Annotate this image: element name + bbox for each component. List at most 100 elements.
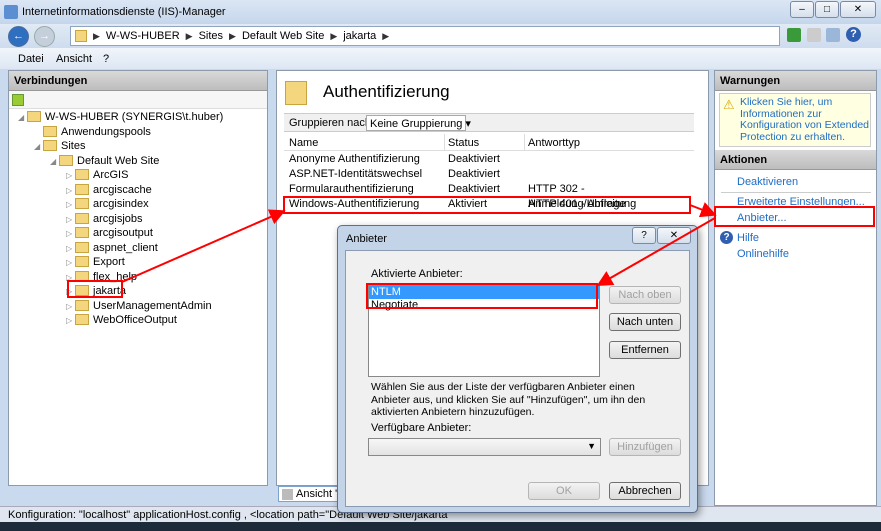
enabled-providers-list[interactable]: NTLM Negotiate <box>368 285 600 377</box>
tree-item[interactable]: ▷ UserManagementAdmin <box>66 299 212 313</box>
tree-item-label: arcgiscache <box>93 183 152 196</box>
help-icon[interactable]: ? <box>846 27 861 42</box>
iis-app-icon <box>4 5 18 19</box>
expander-icon[interactable]: ◢ <box>18 111 27 125</box>
forward-button[interactable]: → <box>34 26 55 47</box>
providers-dialog: Anbieter ? ✕ Aktivierte Anbieter: NTLM N… <box>337 225 698 513</box>
breadcrumb-separator-icon[interactable]: ▶ <box>229 31 236 42</box>
table-row[interactable]: Anonyme Authentifizierung Deaktiviert <box>284 152 694 167</box>
dialog-help-button[interactable]: ? <box>632 227 656 244</box>
group-bar: Gruppieren nach: Keine Gruppierung ▾ <box>284 113 694 132</box>
tree-item[interactable]: ▷ WebOfficeOutput <box>66 313 177 327</box>
tree-item-label: Anwendungspools <box>61 125 151 138</box>
expander-icon[interactable]: ◢ <box>34 140 43 154</box>
dialog-close-button[interactable]: ✕ <box>657 227 691 244</box>
folder-icon <box>27 111 41 122</box>
provider-ntlm[interactable]: NTLM <box>369 286 599 299</box>
authentication-icon <box>285 81 307 105</box>
breadcrumb-separator-icon[interactable]: ▶ <box>382 31 389 42</box>
available-providers-label: Verfügbare Anbieter: <box>371 422 472 434</box>
column-name[interactable]: Name <box>289 137 318 149</box>
tree-item[interactable]: ◢ W-WS-HUBER (SYNERGIS\t.huber) <box>18 110 223 124</box>
action-disable[interactable]: Deaktivieren <box>737 176 798 188</box>
expander-icon[interactable]: ▷ <box>66 198 75 212</box>
breadcrumb-server[interactable]: W-WS-HUBER <box>106 30 180 42</box>
cell: ASP.NET-Identitätswechsel <box>289 168 423 180</box>
home-icon[interactable] <box>826 28 840 42</box>
expander-icon[interactable]: ▷ <box>66 227 75 241</box>
expander-icon[interactable]: ▷ <box>66 242 75 256</box>
cell: Formularauthentifizierung <box>289 183 414 195</box>
column-response[interactable]: Antworttyp <box>528 137 580 149</box>
stop-icon[interactable] <box>807 28 821 42</box>
tree-item[interactable]: ▷ flex_help <box>66 270 137 284</box>
connect-icon[interactable] <box>12 94 24 106</box>
table-row[interactable]: Formularauthentifizierung Deaktiviert HTTP… <box>284 182 694 210</box>
address-toolbar: ← → ▶ W-WS-HUBER ▶ Sites ▶ Default Web S… <box>0 24 881 48</box>
tree-item-label: ArcGIS <box>93 169 129 181</box>
expander-icon[interactable]: ▷ <box>66 169 75 183</box>
tree-item[interactable]: ▷ jakarta <box>66 284 126 298</box>
move-up-button[interactable]: Nach oben <box>609 286 681 304</box>
cell: Aktiviert <box>448 198 488 210</box>
ok-button[interactable]: OK <box>528 482 600 500</box>
column-status[interactable]: Status <box>448 137 479 149</box>
tree-item[interactable]: ▷ aspnet_client <box>66 241 158 255</box>
add-button[interactable]: Hinzufügen <box>609 438 681 456</box>
expander-icon[interactable]: ▷ <box>66 285 75 299</box>
action-online-help[interactable]: Onlinehilfe <box>737 248 789 260</box>
expander-icon[interactable]: ▷ <box>66 184 75 198</box>
provider-negotiate[interactable]: Negotiate <box>369 299 599 312</box>
expander-icon[interactable]: ▷ <box>66 256 75 270</box>
breadcrumb-separator-icon[interactable]: ▶ <box>186 31 193 42</box>
available-providers-select[interactable]: ▼ <box>368 438 601 456</box>
warning-link[interactable]: Klicken Sie hier, um Informationen zur K… <box>740 96 870 143</box>
cancel-button[interactable]: Abbrechen <box>609 482 681 500</box>
expander-icon[interactable]: ▷ <box>66 213 75 227</box>
action-advanced-settings[interactable]: Erweiterte Einstellungen... <box>737 196 865 208</box>
expander-icon[interactable]: ▷ <box>66 314 75 328</box>
close-button[interactable]: ✕ <box>840 1 876 18</box>
cell: Deaktiviert <box>448 168 500 180</box>
expander-icon[interactable]: ◢ <box>50 155 59 169</box>
tree-item[interactable]: ▷ arcgisoutput <box>66 226 153 240</box>
menu-help[interactable]: ? <box>103 53 109 65</box>
window-title: Internetinformationsdienste (IIS)-Manage… <box>22 6 226 18</box>
tree-item[interactable]: ▷ arcgisjobs <box>66 212 143 226</box>
tree-item[interactable]: ▷ Export <box>66 255 125 269</box>
tree-item[interactable]: ◢ Default Web Site <box>50 154 159 168</box>
tree-item[interactable]: ▷ arcgiscache <box>66 183 152 197</box>
table-row[interactable]: Windows-Authentifizierung Aktiviert HTTP 4… <box>284 197 694 212</box>
help-icon: ? <box>720 231 733 244</box>
breadcrumb-site[interactable]: Default Web Site <box>242 30 324 42</box>
tree-item[interactable]: Anwendungspools <box>34 125 151 139</box>
menu-datei[interactable]: Datei <box>18 53 44 65</box>
expander-icon[interactable]: ▷ <box>66 271 75 285</box>
tree-item[interactable]: ◢ Sites <box>34 139 85 153</box>
breadcrumb-sites[interactable]: Sites <box>199 30 223 42</box>
tree-item-label: Export <box>93 256 125 268</box>
action-help[interactable]: Hilfe <box>737 232 759 244</box>
menu-ansicht[interactable]: Ansicht <box>56 53 92 65</box>
warning-box[interactable]: ⚠ Klicken Sie hier, um Informationen zur… <box>719 93 871 147</box>
maximize-button[interactable]: □ <box>815 1 839 18</box>
refresh-icon[interactable] <box>787 28 801 42</box>
tree-item[interactable]: ▷ arcgisindex <box>66 197 149 211</box>
breadcrumb-separator-icon[interactable]: ▶ <box>330 31 337 42</box>
tree-item[interactable]: ▷ ArcGIS <box>66 168 128 182</box>
back-button[interactable]: ← <box>8 26 29 47</box>
folder-icon <box>75 285 89 296</box>
breadcrumb-separator-icon[interactable]: ▶ <box>93 31 100 42</box>
group-select[interactable]: Keine Gruppierung ▾ <box>366 115 471 131</box>
remove-button[interactable]: Entfernen <box>609 341 681 359</box>
table-row[interactable]: ASP.NET-Identitätswechsel Deaktiviert <box>284 167 694 182</box>
expander-icon[interactable]: ▷ <box>66 300 75 314</box>
minimize-button[interactable]: – <box>790 1 814 18</box>
breadcrumb-app[interactable]: jakarta <box>343 30 376 42</box>
action-providers[interactable]: Anbieter... <box>737 212 787 224</box>
folder-icon <box>43 140 57 151</box>
table-header: Name Status Antworttyp <box>284 134 694 151</box>
chevron-down-icon: ▼ <box>587 441 596 451</box>
breadcrumb[interactable]: ▶ W-WS-HUBER ▶ Sites ▶ Default Web Site … <box>70 26 780 46</box>
move-down-button[interactable]: Nach unten <box>609 313 681 331</box>
